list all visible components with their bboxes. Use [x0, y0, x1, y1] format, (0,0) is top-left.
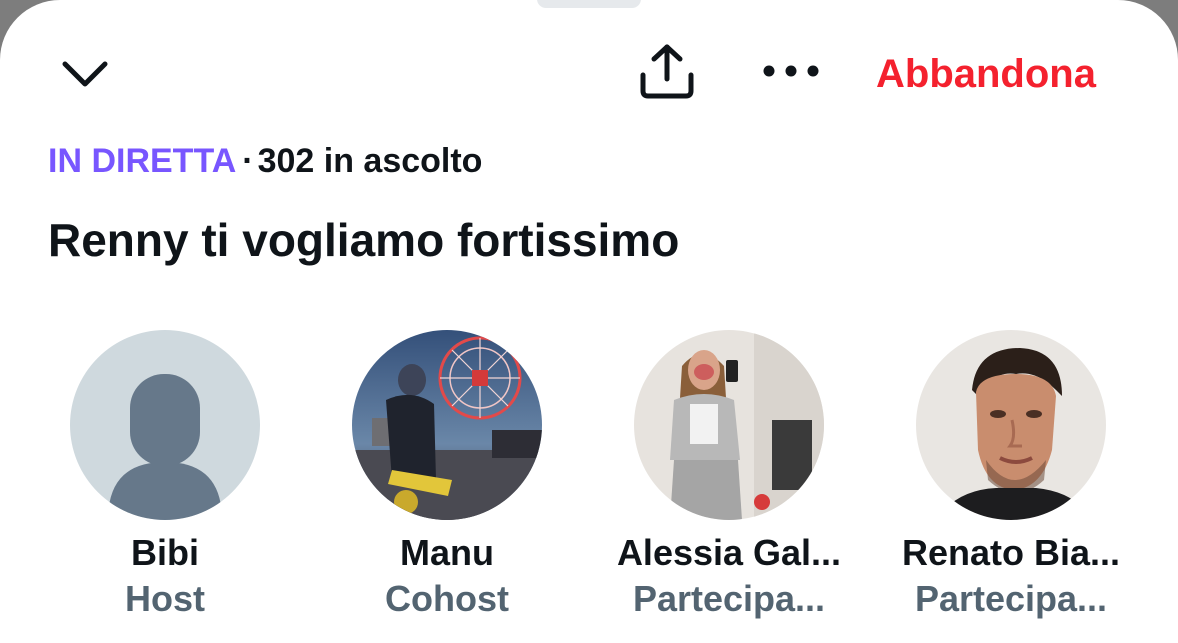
separator: ·	[242, 142, 254, 180]
default-avatar-icon	[108, 374, 222, 520]
more-options-button[interactable]	[756, 46, 826, 96]
share-button[interactable]	[634, 38, 700, 104]
listener-count: 302 in ascolto	[257, 142, 483, 180]
avatar[interactable]	[916, 330, 1106, 520]
collapse-button[interactable]	[58, 50, 112, 96]
speaker-role: Cohost	[385, 578, 509, 619]
space-title: Renny ti vogliamo fortissimo	[48, 214, 680, 266]
avatar-photo	[352, 330, 542, 520]
chevron-down-icon	[62, 61, 108, 87]
avatar-photo	[916, 330, 1106, 520]
space-header: Abbandona	[0, 0, 1178, 130]
space-sheet: Abbandona IN DIRETTA · 302 in ascolto Renn…	[0, 0, 1178, 643]
avatar[interactable]	[70, 330, 260, 520]
speaker-card[interactable]: Alessia Gal... Partecipa...	[599, 330, 859, 622]
space-status: IN DIRETTA · 302 in ascolto	[48, 138, 482, 184]
leave-button[interactable]: Abbandona	[876, 48, 1096, 100]
speaker-role: Partecipa...	[914, 578, 1108, 619]
avatar[interactable]	[634, 330, 824, 520]
speaker-card[interactable]: Bibi Host	[35, 330, 295, 622]
speaker-name: Manu	[400, 532, 494, 573]
speaker-name: Renato Bia...	[901, 532, 1121, 573]
avatar[interactable]	[352, 330, 542, 520]
live-badge: IN DIRETTA	[48, 142, 237, 180]
speaker-role: Host	[125, 578, 205, 619]
speaker-name: Alessia Gal...	[616, 532, 842, 573]
more-horizontal-icon	[763, 65, 819, 77]
share-icon	[640, 44, 694, 99]
speaker-name: Bibi	[131, 532, 199, 573]
avatar-photo	[634, 330, 824, 520]
speaker-card[interactable]: Manu Cohost	[317, 330, 577, 622]
speaker-role: Partecipa...	[632, 578, 826, 619]
speaker-card[interactable]: Renato Bia... Partecipa...	[881, 330, 1141, 622]
